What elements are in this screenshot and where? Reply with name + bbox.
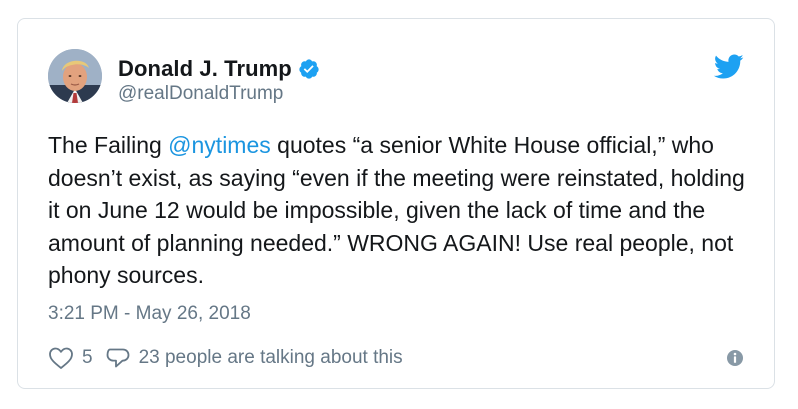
reply-count-text: 23 people are talking about this <box>138 347 403 368</box>
tweet-actions: 5 23 people are talking about this <box>48 345 403 371</box>
like-button[interactable]: 5 <box>48 346 105 370</box>
verified-badge-icon <box>298 58 320 80</box>
author-name-row: Donald J. Trump <box>118 54 320 84</box>
twitter-bird-icon[interactable] <box>713 54 744 80</box>
mention-link[interactable]: @nytimes <box>168 132 271 158</box>
tweet-text: The Failing @nytimes quotes “a senior Wh… <box>48 129 748 292</box>
speech-bubble-icon <box>105 346 131 370</box>
author-display-name[interactable]: Donald J. Trump <box>118 56 292 82</box>
like-count: 5 <box>82 347 93 368</box>
tweet-timestamp[interactable]: 3:21 PM - May 26, 2018 <box>48 303 251 325</box>
avatar[interactable] <box>48 49 102 103</box>
info-icon[interactable] <box>726 349 744 367</box>
tweet-text-before: The Failing <box>48 132 169 158</box>
author-handle[interactable]: @realDonaldTrump <box>118 83 283 105</box>
reply-button[interactable]: 23 people are talking about this <box>105 346 403 370</box>
avatar-image <box>48 49 102 103</box>
heart-icon <box>48 346 74 370</box>
tweet-card: Donald J. Trump @realDonaldTrump The Fai… <box>17 18 775 389</box>
